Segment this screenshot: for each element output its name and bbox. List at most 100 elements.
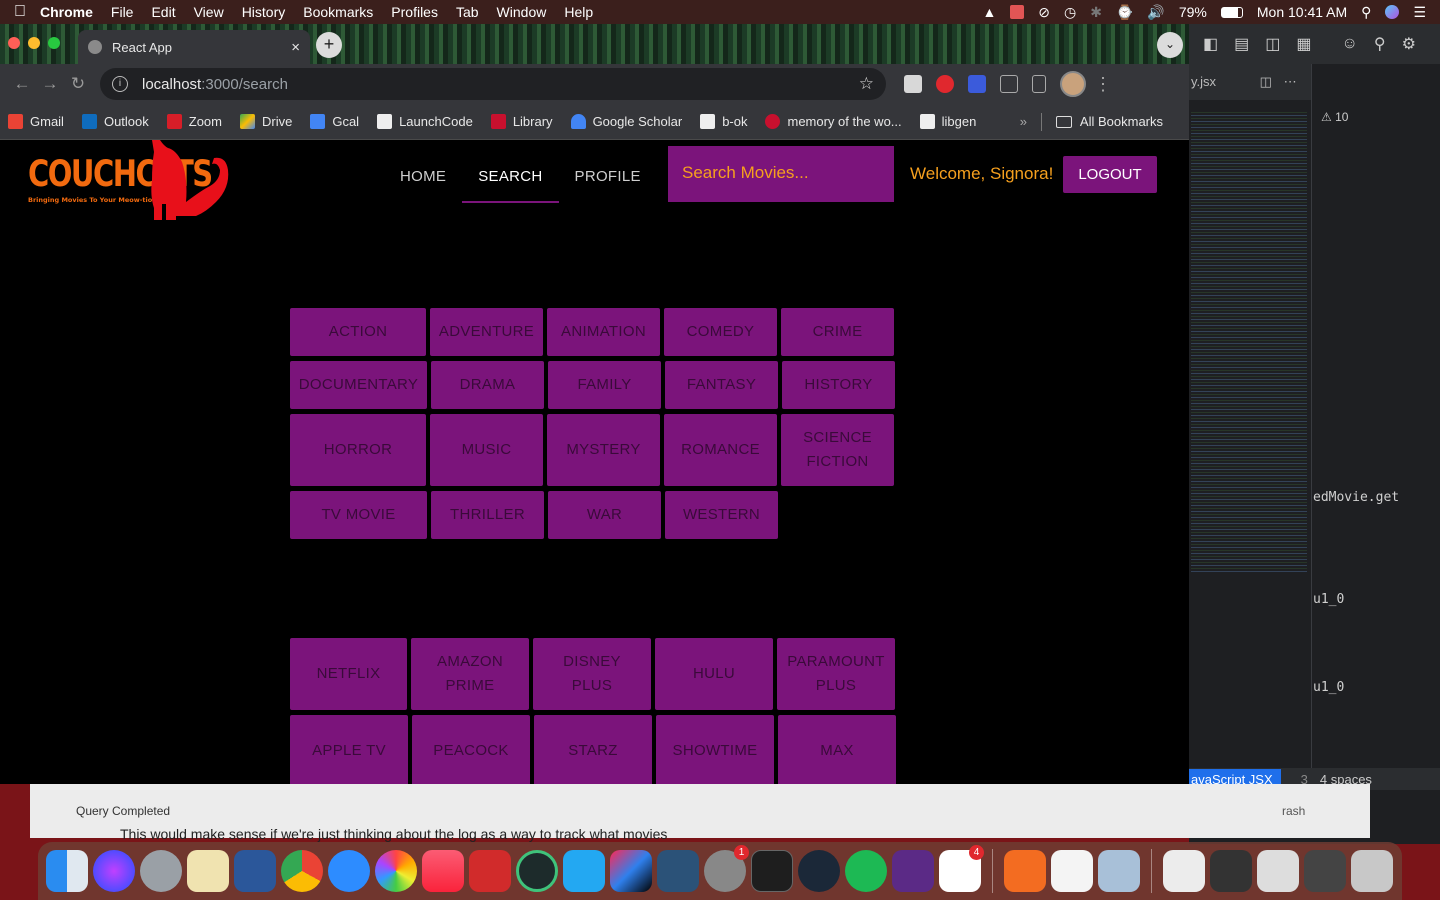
split-editor-icon[interactable]: ◫ xyxy=(1260,74,1272,89)
service-button-peacock[interactable]: PEACOCK xyxy=(412,715,530,784)
slack-icon[interactable]: 4 xyxy=(939,845,984,892)
puzzle-extension-icon[interactable] xyxy=(1000,75,1018,93)
control-center-icon[interactable]: ☰ xyxy=(1413,4,1426,21)
chrome-icon[interactable] xyxy=(281,850,323,892)
bookmark-launchcode[interactable]: LaunchCode xyxy=(377,114,473,129)
grid-icon[interactable]: ▦ xyxy=(1296,34,1311,54)
document-stack-icon[interactable] xyxy=(1163,850,1205,892)
service-button-netflix[interactable]: NETFLIX xyxy=(290,638,407,710)
new-tab-button[interactable]: + xyxy=(316,32,342,58)
chrome-menu-icon[interactable]: ⋮ xyxy=(1094,74,1112,95)
genre-button-history[interactable]: HISTORY xyxy=(782,361,895,409)
site-info-icon[interactable]: i xyxy=(112,76,128,92)
genre-button-tv-movie[interactable]: TV MOVIE xyxy=(290,491,427,539)
siri-dock-icon[interactable] xyxy=(93,850,135,892)
genre-button-romance[interactable]: ROMANCE xyxy=(664,414,777,486)
bookmark-b-ok[interactable]: b-ok xyxy=(700,114,747,129)
bookmark-libgen[interactable]: libgen xyxy=(919,114,976,129)
genre-button-animation[interactable]: ANIMATION xyxy=(547,308,660,356)
panel-icon[interactable]: ▤ xyxy=(1234,34,1249,54)
menu-clock[interactable]: Mon 10:41 AM xyxy=(1257,4,1347,20)
genre-button-comedy[interactable]: COMEDY xyxy=(664,308,777,356)
apple-menu-icon[interactable]:  xyxy=(14,3,40,21)
bluetooth-icon[interactable]: ✱ xyxy=(1090,4,1102,21)
intellij-icon[interactable] xyxy=(610,850,652,892)
preview-icon[interactable] xyxy=(1098,850,1140,892)
bookmark-memory-of-the-world[interactable]: memory of the wo... xyxy=(765,114,902,129)
close-tab-icon[interactable]: × xyxy=(291,39,300,56)
service-button-showtime[interactable]: SHOWTIME xyxy=(656,715,774,784)
window-thumbnail-icon[interactable] xyxy=(1210,850,1252,892)
notes-icon[interactable] xyxy=(187,850,229,892)
zoom-window-button[interactable] xyxy=(48,37,60,49)
steam-icon[interactable] xyxy=(798,850,840,892)
address-bar[interactable]: i localhost :3000/search ☆ xyxy=(100,68,886,100)
reload-icon[interactable]: ↻ xyxy=(64,74,92,94)
service-button-disney-plus[interactable]: DISNEY PLUS xyxy=(533,638,651,710)
movie-search-input[interactable]: Search Movies... xyxy=(668,146,894,202)
ide-search-icon[interactable]: ⚲ xyxy=(1374,34,1386,54)
browser-tab[interactable]: React App × xyxy=(78,30,310,64)
vscode-icon[interactable] xyxy=(563,850,605,892)
menu-history[interactable]: History xyxy=(242,4,286,20)
genre-button-crime[interactable]: CRIME xyxy=(781,308,894,356)
dbeaver-icon[interactable] xyxy=(892,850,934,892)
tab-search-button[interactable]: ⌄ xyxy=(1157,32,1183,58)
bookmark-drive[interactable]: Drive xyxy=(240,114,292,129)
music-icon[interactable] xyxy=(422,850,464,892)
genre-button-thriller[interactable]: THRILLER xyxy=(431,491,544,539)
bookmark-star-icon[interactable]: ☆ xyxy=(859,74,874,94)
mysql-workbench-icon[interactable] xyxy=(657,850,699,892)
split-icon[interactable]: ◫ xyxy=(1265,34,1280,54)
menu-profiles[interactable]: Profiles xyxy=(391,4,438,20)
service-button-apple-tv[interactable]: APPLE TV xyxy=(290,715,408,784)
layout-icon[interactable]: ◧ xyxy=(1203,34,1218,54)
menu-view[interactable]: View xyxy=(194,4,224,20)
logout-button[interactable]: LOGOUT xyxy=(1063,156,1157,193)
ide-file-tab[interactable]: y.jsx ◫ ⋯ xyxy=(1189,64,1311,100)
menu-tab[interactable]: Tab xyxy=(456,4,479,20)
battery-icon[interactable] xyxy=(1220,6,1243,18)
close-window-button[interactable] xyxy=(8,37,20,49)
service-button-hulu[interactable]: HULU xyxy=(655,638,773,710)
genre-button-music[interactable]: MUSIC xyxy=(430,414,543,486)
side-panel-icon[interactable] xyxy=(1032,75,1046,93)
ide-more-icon[interactable]: ⋯ xyxy=(1284,74,1297,89)
focus-icon[interactable]: ⊘ xyxy=(1038,4,1050,21)
menu-bookmarks[interactable]: Bookmarks xyxy=(303,4,373,20)
genre-button-action[interactable]: ACTION xyxy=(290,308,426,356)
menu-window[interactable]: Window xyxy=(497,4,547,20)
bookmark-library[interactable]: Library xyxy=(490,114,553,129)
service-button-paramount-plus[interactable]: PARAMOUNT PLUS xyxy=(777,638,895,710)
minimized-window-icon[interactable] xyxy=(1304,850,1346,892)
bookmark-gmail[interactable]: Gmail xyxy=(8,114,64,129)
bookmark-zoom[interactable]: Zoom xyxy=(166,114,222,129)
pen-app-icon[interactable] xyxy=(1004,850,1046,892)
shield-extension-icon[interactable] xyxy=(968,75,986,93)
genre-button-adventure[interactable]: ADVENTURE xyxy=(430,308,543,356)
flame-icon[interactable]: ▲ xyxy=(982,4,996,20)
menu-app-name[interactable]: Chrome xyxy=(40,4,93,20)
code-minimap[interactable] xyxy=(1191,112,1307,572)
photos-icon[interactable] xyxy=(375,850,417,892)
bookmark-outlook[interactable]: Outlook xyxy=(81,114,149,129)
document-extension-icon[interactable] xyxy=(904,75,922,93)
genre-button-documentary[interactable]: DOCUMENTARY xyxy=(290,361,427,409)
add-user-icon[interactable]: ☺ xyxy=(1342,35,1358,53)
all-bookmarks-button[interactable]: All Bookmarks xyxy=(1055,114,1163,129)
warning-count[interactable]: ⚠ 10 xyxy=(1321,110,1348,124)
service-button-max[interactable]: MAX xyxy=(778,715,896,784)
downloads-stack-icon[interactable] xyxy=(1257,850,1299,892)
menu-edit[interactable]: Edit xyxy=(151,4,175,20)
profile-avatar[interactable] xyxy=(1060,71,1086,97)
textedit-icon[interactable] xyxy=(1051,850,1093,892)
more-bookmarks-icon[interactable]: » xyxy=(1020,114,1027,129)
service-button-amazon-prime[interactable]: AMAZON PRIME xyxy=(411,638,529,710)
dropbox-icon[interactable] xyxy=(1010,5,1025,19)
forward-icon[interactable]: → xyxy=(36,74,64,94)
minimize-window-button[interactable] xyxy=(28,37,40,49)
siri-icon[interactable] xyxy=(1385,5,1400,19)
time-machine-icon[interactable]: ◷ xyxy=(1064,4,1076,21)
nav-search[interactable]: SEARCH xyxy=(462,162,559,203)
genre-button-western[interactable]: WESTERN xyxy=(665,491,778,539)
